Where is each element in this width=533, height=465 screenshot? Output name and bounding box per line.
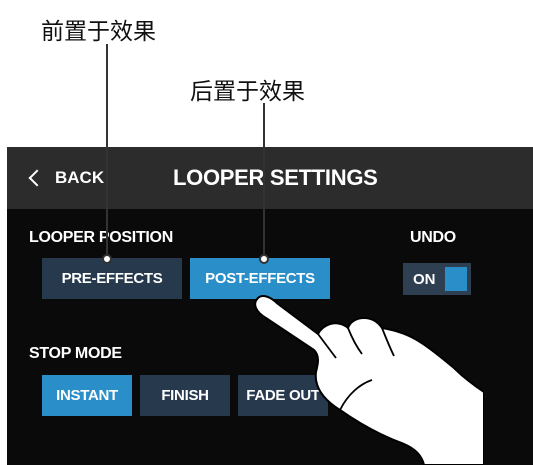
callout-post-effects: 后置于效果 (190, 79, 305, 105)
looper-position-label: LOOPER POSITION (29, 229, 173, 246)
chevron-left-icon (28, 169, 46, 187)
finish-button[interactable]: FINISH (140, 375, 230, 416)
pre-effects-button[interactable]: PRE-EFFECTS (42, 258, 182, 299)
leader-dot-pre-effects (102, 254, 112, 264)
leader-line-pre-effects (106, 44, 108, 258)
title-bar: BACK LOOPER SETTINGS (7, 147, 533, 209)
instant-button[interactable]: INSTANT (42, 375, 132, 416)
page-title: LOOPER SETTINGS (173, 165, 378, 190)
leader-dot-post-effects (259, 254, 269, 264)
stop-mode-label: STOP MODE (29, 345, 122, 362)
back-button[interactable]: BACK (27, 147, 104, 209)
pointing-hand-icon (254, 295, 484, 465)
leader-line-post-effects (263, 103, 265, 258)
back-label: BACK (55, 168, 105, 187)
undo-label: UNDO (410, 229, 456, 246)
callout-pre-effects: 前置于效果 (41, 19, 156, 45)
